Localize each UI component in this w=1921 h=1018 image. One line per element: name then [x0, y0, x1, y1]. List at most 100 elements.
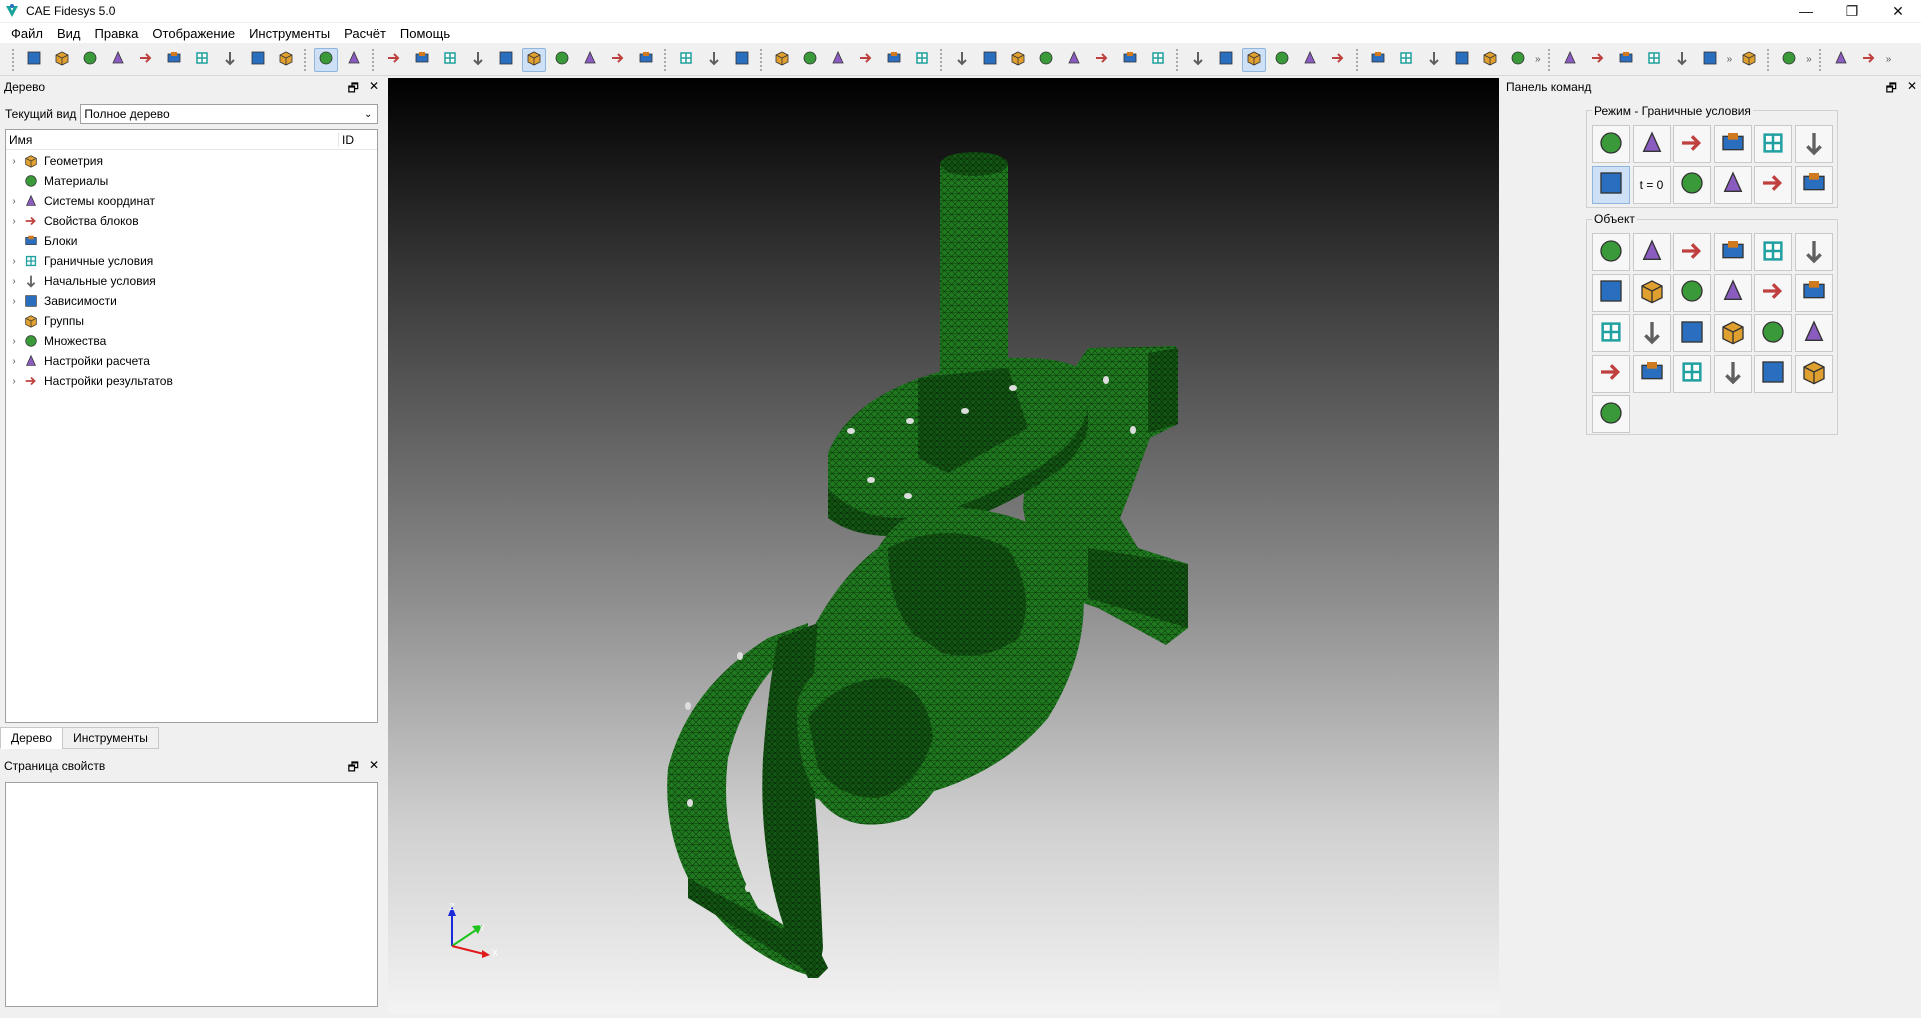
tree-item[interactable]: › Настройки результатов	[6, 371, 377, 391]
tree-item[interactable]: › Начальные условия	[6, 271, 377, 291]
mesh-edges-button[interactable]	[1478, 48, 1502, 72]
tree-item[interactable]: Группы	[6, 311, 377, 331]
toolbar-grip[interactable]	[372, 48, 376, 71]
view-top-button[interactable]	[950, 48, 974, 72]
column-name-header[interactable]: Имя	[6, 132, 339, 147]
perspective-button[interactable]	[798, 48, 822, 72]
light-button[interactable]	[1673, 354, 1711, 393]
new-file-button[interactable]	[22, 48, 46, 72]
menu-edit[interactable]: Правка	[88, 24, 146, 43]
menu-display[interactable]: Отображение	[145, 24, 242, 43]
chevron-right-icon[interactable]: ›	[6, 156, 22, 167]
ruler-button[interactable]	[1146, 48, 1170, 72]
toolbar-grip[interactable]	[12, 48, 16, 71]
toolbar-grip[interactable]	[1356, 48, 1360, 71]
script-button[interactable]	[162, 48, 186, 72]
temperature-button[interactable]	[1592, 314, 1630, 352]
frame2-button[interactable]	[1034, 48, 1058, 72]
chevron-right-icon[interactable]: ›	[6, 276, 22, 287]
heat-source-button[interactable]	[1754, 314, 1792, 352]
settings-mode-button[interactable]	[1754, 165, 1792, 204]
minimize-button[interactable]: —	[1783, 0, 1829, 22]
chevron-right-icon[interactable]: ›	[6, 356, 22, 367]
temperature-button[interactable]	[1670, 48, 1694, 72]
menu-calculation[interactable]: Расчёт	[337, 24, 393, 43]
record-button[interactable]	[246, 48, 270, 72]
float-icon[interactable]: 🗗	[348, 79, 359, 100]
toolbar-grip[interactable]	[940, 48, 944, 71]
pressure-button[interactable]	[1713, 233, 1752, 271]
chevron-right-icon[interactable]: ›	[6, 296, 22, 307]
hammer-button[interactable]	[274, 48, 298, 72]
frame-button[interactable]	[1006, 48, 1030, 72]
volume-heat-button[interactable]	[1592, 354, 1630, 393]
contact-button[interactable]	[1713, 273, 1752, 312]
coordinates-mode-button[interactable]	[1713, 125, 1752, 163]
tree-item[interactable]: › Геометрия	[6, 151, 377, 171]
blocks-mode-button[interactable]	[1754, 125, 1792, 163]
save-button[interactable]	[78, 48, 102, 72]
export-button[interactable]	[134, 48, 158, 72]
toolbar-grip[interactable]	[1767, 48, 1771, 71]
zoom-out-button[interactable]	[730, 48, 754, 72]
flow-button[interactable]	[1632, 354, 1671, 393]
close-button[interactable]: ✕	[1875, 0, 1921, 22]
mesh-cube-button[interactable]	[522, 47, 546, 72]
heat-flux-button[interactable]	[1632, 314, 1671, 352]
geometry-mode-button[interactable]	[1592, 125, 1630, 163]
chevron-right-icon[interactable]: ›	[6, 256, 22, 267]
cell-button[interactable]	[1450, 48, 1474, 72]
valve-mesh-model[interactable]	[388, 78, 1499, 1013]
undo-button[interactable]	[342, 48, 366, 72]
rotate-button[interactable]	[674, 48, 698, 72]
axes-button[interactable]	[1090, 48, 1114, 72]
id-button[interactable]	[218, 48, 242, 72]
mesh-frame-button[interactable]	[1777, 48, 1801, 72]
tree-item[interactable]: › Настройки расчета	[6, 351, 377, 371]
calculation-mode-button[interactable]	[1713, 165, 1752, 204]
3d-viewport[interactable]: Z Y X	[388, 78, 1499, 1013]
toolbar-grip[interactable]	[1176, 48, 1180, 71]
run-button[interactable]	[1829, 48, 1853, 72]
node-button[interactable]	[1366, 48, 1390, 72]
force-button[interactable]	[1632, 233, 1671, 271]
smooth-shade-button[interactable]	[494, 48, 518, 72]
open-folder-button[interactable]	[50, 48, 74, 72]
toolbar-overflow-button[interactable]: »	[1535, 54, 1541, 65]
heat-generation-button[interactable]	[1794, 314, 1833, 352]
view-front-button[interactable]	[826, 48, 850, 72]
velocity-button[interactable]	[1592, 273, 1630, 312]
tree-item[interactable]: › Свойства блоков	[6, 211, 377, 231]
toolbar-overflow-button[interactable]: »	[1806, 54, 1812, 65]
boundary-mode-button[interactable]	[1592, 165, 1630, 204]
solid-cube-button[interactable]	[466, 48, 490, 72]
distributed-load-button[interactable]	[1673, 233, 1711, 271]
velocity-button[interactable]	[1698, 48, 1722, 72]
toolbar-grip[interactable]	[1818, 48, 1823, 71]
properties-view[interactable]	[5, 782, 378, 1007]
tree-view[interactable]: Имя ID › Геометрия Материалы › Системы коорд…	[5, 129, 378, 723]
surface-button[interactable]	[1242, 47, 1266, 72]
dimension-button[interactable]	[1118, 48, 1142, 72]
chevron-right-icon[interactable]: ›	[6, 196, 22, 207]
transparent-cube-button[interactable]	[606, 48, 630, 72]
group-button[interactable]	[1506, 48, 1530, 72]
convection-button[interactable]	[1673, 314, 1711, 352]
volume-button[interactable]	[1214, 48, 1238, 72]
acceleration-button[interactable]	[1737, 48, 1761, 72]
curve-button[interactable]	[1298, 48, 1322, 72]
menu-tools[interactable]: Инструменты	[242, 24, 337, 43]
toolbar-overflow-button[interactable]: »	[1886, 54, 1892, 65]
angular-velocity-button[interactable]	[1632, 273, 1671, 312]
toolbar-overflow-button[interactable]: »	[1727, 54, 1733, 65]
tree-item[interactable]: Блоки	[6, 231, 377, 251]
float-icon[interactable]: 🗗	[1886, 79, 1897, 100]
wireframe-cube-button[interactable]	[382, 48, 406, 72]
zoom-in-button[interactable]	[702, 48, 726, 72]
tree-item[interactable]: Материалы	[6, 171, 377, 191]
cut-button[interactable]	[634, 48, 658, 72]
initial-mode-button[interactable]: t = 0	[1632, 165, 1671, 204]
hidden-cube-button[interactable]	[410, 48, 434, 72]
surface2-button[interactable]	[1270, 48, 1294, 72]
edge-button[interactable]	[1394, 48, 1418, 72]
